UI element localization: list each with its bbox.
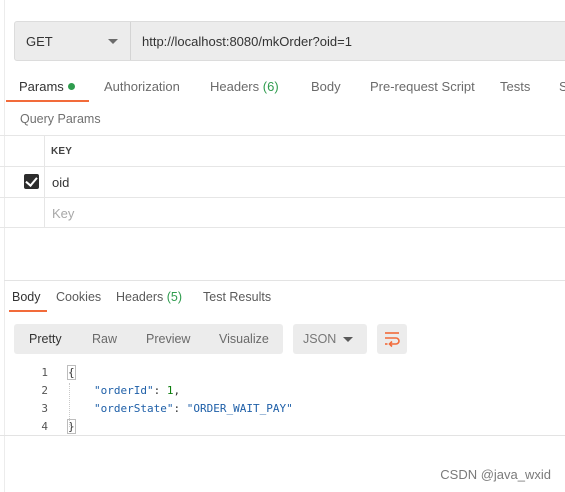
tab-response-headers[interactable]: Headers (5) [116,290,182,304]
json-key: "orderId" [94,384,154,397]
watermark: CSDN @java_wxid [440,467,551,482]
method-select[interactable]: GET [15,22,131,60]
column-divider [44,167,45,197]
code-line: 2 "orderId": 1, [0,384,565,402]
request-tabs: Params Authorization Headers (6) Body Pr… [0,70,565,103]
table-row-new: Key [0,197,565,228]
line-number: 4 [41,420,48,433]
json-string-value: "ORDER_WAIT_PAY" [186,402,293,415]
wrap-lines-icon [385,332,400,348]
table-row: oid [0,166,565,197]
response-tab-indicator [9,310,47,312]
query-params-title: Query Params [20,112,101,126]
request-url-bar: GET http://localhost:8080/mkOrder?oid=1 [14,21,565,61]
tab-cookies[interactable]: Cookies [56,290,101,304]
line-number: 1 [41,366,48,379]
view-mode-group: Pretty Raw Preview Visualize [14,324,283,354]
chevron-down-icon [108,38,118,44]
response-body-editor[interactable]: 1 { 2 "orderId": 1, 3 "orderState": "ORD… [0,364,565,436]
tab-headers-count: (6) [262,79,279,94]
format-select[interactable]: JSON [293,324,367,354]
column-divider [44,136,45,166]
pretty-button[interactable]: Pretty [29,332,62,346]
json-entry: "orderId": 1, [94,384,180,397]
code-line: 3 "orderState": "ORDER_WAIT_PAY" [0,402,565,420]
tab-tests[interactable]: Tests [500,79,530,94]
tab-test-results[interactable]: Test Results [203,290,271,304]
active-dot-icon [67,83,75,90]
code-line: 1 { [0,365,565,384]
tab-prerequest-script[interactable]: Pre-request Script [370,79,475,94]
json-entry: "orderState": "ORDER_WAIT_PAY" [94,402,293,415]
panel-divider [4,280,565,281]
preview-button[interactable]: Preview [146,332,190,346]
tab-response-body[interactable]: Body [12,290,41,304]
chevron-down-icon [343,336,353,342]
tab-headers[interactable]: Headers (6) [210,79,279,94]
param-key-input[interactable]: oid [52,175,69,190]
tab-overflow[interactable]: S [559,79,565,94]
json-key: "orderState" [94,402,174,415]
raw-button[interactable]: Raw [92,332,117,346]
json-colon: : [153,384,167,397]
open-brace: { [67,365,76,380]
line-number: 2 [41,384,48,397]
tab-headers-label: Headers [210,79,260,94]
wrap-lines-button[interactable] [377,324,407,354]
json-comma: , [173,384,181,397]
tab-response-headers-count: (5) [166,290,183,304]
indent-guide [69,383,70,427]
table-header-row: KEY [0,135,565,166]
visualize-button[interactable]: Visualize [219,332,269,346]
tab-params-label: Params [19,79,64,94]
tab-params[interactable]: Params [19,79,75,94]
tab-body[interactable]: Body [311,79,341,94]
query-params-table: KEY oid Key [0,135,565,228]
tab-response-headers-label: Headers [116,290,164,304]
param-enabled-checkbox[interactable] [24,174,39,189]
new-key-input[interactable]: Key [52,206,74,221]
active-tab-indicator [6,100,89,102]
url-input[interactable]: http://localhost:8080/mkOrder?oid=1 [131,34,352,49]
code-line: 4 } [0,419,565,438]
response-tabs: Body Cookies Headers (5) Test Results [0,284,565,314]
format-label: JSON [303,332,337,346]
json-colon: : [173,402,187,415]
tab-authorization[interactable]: Authorization [104,79,180,94]
method-label: GET [26,33,53,49]
column-header-key: KEY [51,146,73,157]
line-number: 3 [41,402,48,415]
column-divider [44,198,45,227]
